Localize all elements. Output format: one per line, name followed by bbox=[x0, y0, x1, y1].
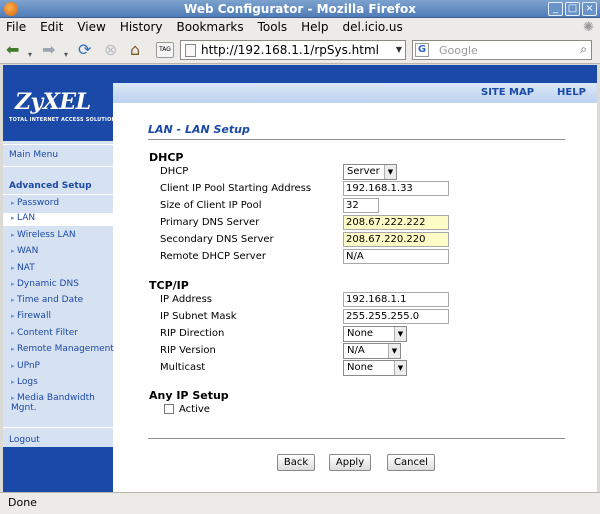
secondary-dns-label: Secondary DNS Server bbox=[160, 234, 274, 245]
help-link[interactable]: HELP bbox=[557, 87, 586, 98]
heading-divider bbox=[148, 139, 565, 140]
reload-icon[interactable]: ⟳ bbox=[78, 41, 91, 59]
zyxel-logo: ZyXEL bbox=[15, 89, 91, 115]
pool-size-input[interactable]: 32 bbox=[343, 198, 379, 213]
dhcp-section-title: DHCP bbox=[149, 151, 184, 164]
google-icon: G bbox=[415, 43, 429, 57]
rip-direction-select[interactable]: None ▼ bbox=[343, 326, 407, 342]
subnet-mask-label: IP Subnet Mask bbox=[160, 311, 237, 322]
sidebar: Main Menu Advanced Setup ▸ Password ▸ LAN … bbox=[3, 141, 114, 492]
pool-size-label: Size of Client IP Pool bbox=[160, 200, 262, 211]
primary-dns-input[interactable]: 208.67.222.222 bbox=[343, 215, 449, 230]
ip-address-label: IP Address bbox=[160, 294, 212, 305]
home-icon[interactable]: ⌂ bbox=[130, 41, 140, 59]
sidebar-item-media-bandwidth[interactable]: ▸ Media Bandwidth Mgnt. bbox=[3, 393, 107, 413]
sidebar-item-logs[interactable]: ▸ Logs bbox=[3, 377, 113, 387]
url-text: http://192.168.1.1/rpSys.html bbox=[201, 43, 379, 57]
minimize-icon[interactable]: _ bbox=[548, 2, 563, 16]
active-checkbox[interactable] bbox=[164, 404, 174, 414]
sidebar-item-upnp[interactable]: ▸ UPnP bbox=[3, 361, 113, 371]
multicast-select[interactable]: None ▼ bbox=[343, 360, 407, 376]
top-banner bbox=[3, 65, 597, 83]
rip-version-select[interactable]: N/A ▼ bbox=[343, 343, 401, 359]
ip-address-input[interactable]: 192.168.1.1 bbox=[343, 292, 449, 307]
menu-edit[interactable]: Edit bbox=[40, 20, 63, 34]
page-content: ZyXEL TOTAL INTERNET ACCESS SOLUTION SIT… bbox=[3, 65, 597, 492]
secondary-dns-input[interactable]: 208.67.220.220 bbox=[343, 232, 449, 247]
active-label: Active bbox=[179, 404, 210, 415]
remote-dhcp-input[interactable]: N/A bbox=[343, 249, 449, 264]
back-arrow-icon[interactable]: ⬅ bbox=[6, 41, 19, 59]
search-placeholder: Google bbox=[439, 44, 478, 57]
menu-bookmarks[interactable]: Bookmarks bbox=[177, 20, 244, 34]
close-icon[interactable]: × bbox=[582, 2, 597, 16]
back-button[interactable]: Back bbox=[277, 454, 315, 471]
menu-help[interactable]: Help bbox=[301, 20, 328, 34]
form-bottom-divider bbox=[148, 438, 565, 439]
pool-start-label: Client IP Pool Starting Address bbox=[160, 183, 312, 194]
menu-bar: File Edit View History Bookmarks Tools H… bbox=[0, 18, 600, 36]
forward-dropdown-icon[interactable]: ▾ bbox=[64, 46, 68, 64]
menu-view[interactable]: View bbox=[77, 20, 105, 34]
tag-icon[interactable]: TAG bbox=[156, 42, 174, 58]
rip-direction-label: RIP Direction bbox=[160, 328, 225, 339]
sidebar-advanced-setup[interactable]: Advanced Setup bbox=[3, 181, 113, 191]
sidebar-item-firewall[interactable]: ▸ Firewall bbox=[3, 311, 113, 321]
pool-start-input[interactable]: 192.168.1.33 bbox=[343, 181, 449, 196]
page-title: LAN - LAN Setup bbox=[148, 123, 250, 136]
sidebar-item-wan[interactable]: ▸ WAN bbox=[3, 246, 113, 256]
search-icon[interactable]: ⌕ bbox=[580, 42, 587, 57]
back-dropdown-icon[interactable]: ▾ bbox=[28, 46, 32, 64]
forward-arrow-icon[interactable]: ➡ bbox=[42, 41, 55, 59]
stop-icon[interactable]: ⊗ bbox=[104, 41, 117, 59]
sidebar-logout[interactable]: Logout bbox=[3, 435, 113, 445]
chevron-down-icon: ▼ bbox=[388, 344, 400, 358]
rip-version-label: RIP Version bbox=[160, 345, 216, 356]
sidebar-item-lan[interactable]: ▸ LAN bbox=[3, 213, 113, 226]
tcpip-section-title: TCP/IP bbox=[149, 279, 189, 292]
chevron-down-icon: ▼ bbox=[394, 361, 406, 375]
sidebar-item-wireless-lan[interactable]: ▸ Wireless LAN bbox=[3, 230, 113, 240]
status-bar: Done bbox=[0, 492, 600, 514]
url-dropdown-icon[interactable]: ▼ bbox=[393, 41, 405, 59]
sidebar-item-nat[interactable]: ▸ NAT bbox=[3, 263, 113, 273]
sidebar-item-content-filter[interactable]: ▸ Content Filter bbox=[3, 328, 113, 338]
subnet-mask-input[interactable]: 255.255.255.0 bbox=[343, 309, 449, 324]
sidebar-item-dynamic-dns[interactable]: ▸ Dynamic DNS bbox=[3, 279, 113, 289]
any-ip-section-title: Any IP Setup bbox=[149, 389, 229, 402]
menu-history[interactable]: History bbox=[120, 20, 163, 34]
logo-tagline: TOTAL INTERNET ACCESS SOLUTION bbox=[9, 117, 116, 123]
url-input[interactable]: http://192.168.1.1/rpSys.html bbox=[180, 40, 406, 60]
cancel-button[interactable]: Cancel bbox=[387, 454, 435, 471]
header-links-band: SITE MAP HELP bbox=[113, 83, 597, 103]
multicast-label: Multicast bbox=[160, 362, 206, 373]
sidebar-item-remote-management[interactable]: ▸ Remote Management bbox=[3, 344, 114, 354]
primary-dns-label: Primary DNS Server bbox=[160, 217, 260, 228]
chevron-down-icon: ▼ bbox=[394, 327, 406, 341]
navigation-toolbar: ⬅ ▾ ➡ ▾ ⟳ ⊗ ⌂ TAG http://192.168.1.1/rpS… bbox=[0, 36, 600, 64]
menu-delicious[interactable]: del.icio.us bbox=[343, 20, 403, 34]
chevron-down-icon: ▼ bbox=[384, 165, 396, 179]
throbber-icon: ✺ bbox=[583, 20, 594, 35]
sidebar-item-time-and-date[interactable]: ▸ Time and Date bbox=[3, 295, 113, 305]
site-map-link[interactable]: SITE MAP bbox=[481, 87, 534, 98]
sidebar-footer bbox=[3, 447, 113, 492]
sidebar-main-menu[interactable]: Main Menu bbox=[3, 150, 113, 160]
dhcp-label: DHCP bbox=[160, 166, 189, 177]
sidebar-item-password[interactable]: ▸ Password bbox=[3, 198, 113, 208]
status-text: Done bbox=[8, 496, 37, 509]
window-title: Web Configurator - Mozilla Firefox bbox=[184, 2, 416, 16]
apply-button[interactable]: Apply bbox=[329, 454, 371, 471]
remote-dhcp-label: Remote DHCP Server bbox=[160, 251, 266, 262]
maximize-icon[interactable]: □ bbox=[565, 2, 580, 16]
page-icon bbox=[185, 44, 196, 57]
menu-file[interactable]: File bbox=[6, 20, 26, 34]
search-input[interactable]: G Google ⌕ bbox=[412, 40, 592, 60]
menu-tools[interactable]: Tools bbox=[258, 20, 288, 34]
dhcp-select[interactable]: Server ▼ bbox=[343, 164, 397, 180]
window-titlebar: Web Configurator - Mozilla Firefox _ □ × bbox=[0, 0, 600, 18]
